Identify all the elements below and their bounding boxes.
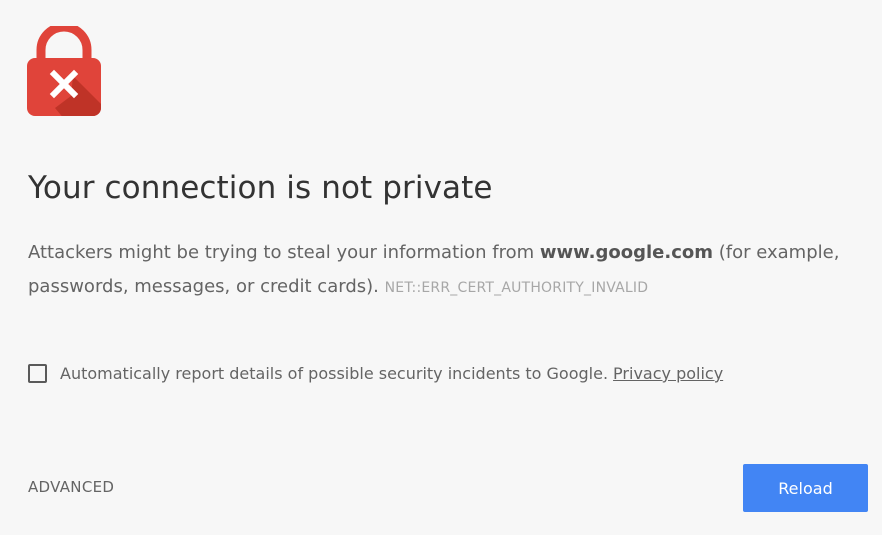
description-text-before: Attackers might be trying to steal your … [28, 242, 540, 263]
reload-button[interactable]: Reload [743, 464, 868, 512]
report-checkbox-label[interactable]: Automatically report details of possible… [60, 364, 608, 383]
target-domain: www.google.com [539, 242, 713, 263]
report-checkbox[interactable] [28, 364, 47, 383]
security-report-option: Automatically report details of possible… [28, 364, 723, 383]
lock-error-icon [27, 26, 101, 116]
privacy-policy-link[interactable]: Privacy policy [613, 364, 723, 383]
error-code: NET::ERR_CERT_AUTHORITY_INVALID [384, 280, 649, 296]
page-title: Your connection is not private [28, 170, 493, 206]
ssl-error-page: Your connection is not private Attackers… [0, 0, 882, 535]
error-description: Attackers might be trying to steal your … [28, 236, 848, 305]
advanced-button[interactable]: ADVANCED [28, 478, 114, 496]
